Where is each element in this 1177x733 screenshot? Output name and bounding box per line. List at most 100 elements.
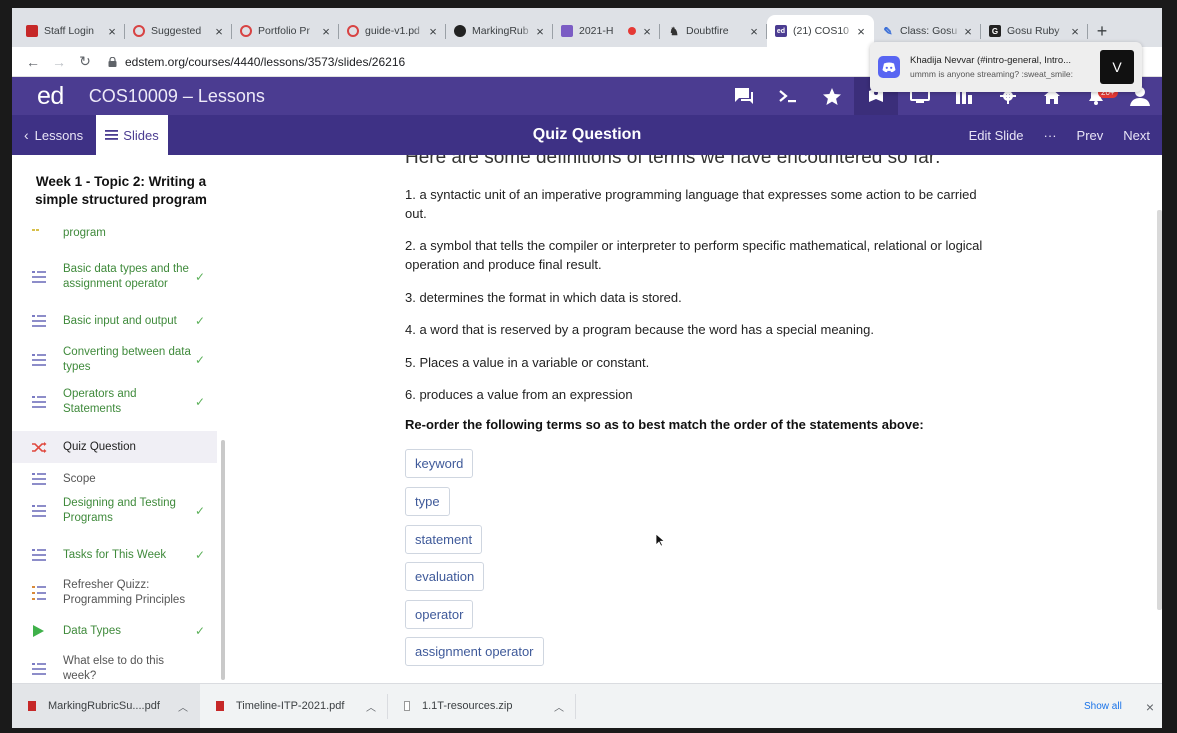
sidebar-item-tasks[interactable]: Tasks for This Week ✓ [12,547,217,563]
sidebar-item-designing-testing[interactable]: Designing and Testing Programs ✓ [12,495,217,527]
sidebar-item-label: Operators and Statements [63,388,137,415]
doubtfire-icon: ♞ [669,25,679,38]
close-icon[interactable]: × [961,24,975,39]
browser-tab-3[interactable]: guide-v1.pd × [339,15,446,47]
sidebar-item-data-types[interactable]: Data Types ✓ [12,623,217,639]
ed-icon: ed [775,25,787,37]
browser-tab-0[interactable]: Staff Login × [18,15,125,47]
star-icon[interactable] [810,77,854,115]
back-arrow-icon[interactable]: ← [20,54,46,70]
sidebar-item-program[interactable]: program [12,225,217,241]
sidebar-item-basic-data-types[interactable]: Basic data types and the assignment oper… [12,253,217,301]
close-icon[interactable]: × [1068,24,1082,39]
download-item-2[interactable]: 1.1T-resources.zip ︿ [388,684,576,729]
close-icon[interactable]: × [319,24,333,39]
download-item-1[interactable]: Timeline-ITP-2021.pdf ︿ [200,684,388,729]
list-icon [32,473,48,485]
lessons-link-label: Lessons [34,127,84,143]
browser-tab-7[interactable]: ed (21) COS10 × [767,15,874,47]
edit-slide-button[interactable]: Edit Slide [969,128,1024,143]
lessons-back-link[interactable]: ‹ Lessons [12,115,96,155]
chevron-left-icon: ‹ [24,127,29,143]
term-chip-keyword[interactable]: keyword [405,449,474,478]
list-icon [32,354,48,366]
quiz-icon [32,586,48,600]
sidebar-scrollbar[interactable] [221,440,225,680]
doc-icon [561,25,573,37]
url-field[interactable]: edstem.org/courses/4440/lessons/3573/sli… [108,55,405,69]
play-icon [32,625,48,637]
notification-action-button[interactable]: V [1100,50,1134,84]
tab-title: Suggested [151,25,202,37]
download-filename: 1.1T-resources.zip [422,700,513,712]
tab-title: 2021-H [579,25,614,37]
lesson-title: Week 1 - Topic 2: Writing a simple struc… [35,174,207,207]
forward-arrow-icon[interactable]: → [46,54,72,70]
notification-title: Khadija Nevvar (#intro-general, Intro... [910,55,1072,66]
chevron-up-icon[interactable]: ︿ [366,699,376,714]
close-download-bar-icon[interactable]: × [1146,699,1154,715]
tab-title: guide-v1.pd [365,25,420,37]
swirl-icon [240,25,252,37]
chevron-up-icon[interactable]: ︿ [554,699,564,714]
close-icon[interactable]: × [640,24,654,39]
statement-3: 3. determines the format in which data i… [405,290,682,305]
sidebar-item-converting-types[interactable]: Converting between data types ✓ [12,344,217,376]
sidebar-item-scope[interactable]: Scope [12,471,217,487]
sidebar-item-basic-io[interactable]: Basic input and output ✓ [12,313,217,329]
tab-title: Portfolio Pr [258,25,310,37]
close-icon[interactable]: × [105,24,119,39]
close-icon[interactable]: × [533,24,547,39]
tab-title: MarkingRub [472,25,529,37]
url-text: edstem.org/courses/4440/lessons/3573/sli… [125,54,406,69]
slides-button[interactable]: Slides [96,115,168,155]
browser-tab-5[interactable]: 2021-H × [553,15,660,47]
discord-notification[interactable]: Khadija Nevvar (#intro-general, Intro...… [870,42,1142,92]
prev-button[interactable]: Prev [1077,128,1104,143]
term-chip-type[interactable]: type [405,487,450,516]
sidebar-item-label: Tasks for This Week [63,548,167,561]
sidebar-item-label: Data Types [63,624,121,637]
browser-tab-6[interactable]: ♞ Doubtfire × [660,15,767,47]
show-all-downloads-link[interactable]: Show all [1084,701,1122,712]
lesson-toolbar: ‹ Lessons Slides Quiz Question Edit Slide… [12,115,1162,155]
list-icon [32,271,48,283]
download-item-0[interactable]: MarkingRubricSu....pdf ︿ [12,683,200,728]
content-scrollbar[interactable] [1157,210,1162,610]
tab-title: (21) COS10 [793,25,850,37]
ed-logo[interactable]: ed [37,82,64,111]
sidebar-item-refresher-quiz[interactable]: Refresher Quizz: Programming Principles [12,577,217,609]
close-icon[interactable]: × [854,24,868,39]
pdf-file-icon [216,701,224,711]
statement-4: 4. a word that is reserved by a program … [405,322,874,337]
browser-tab-4[interactable]: MarkingRub × [446,15,553,47]
discussion-icon[interactable] [722,77,766,115]
g-icon: G [989,25,1001,37]
tab-title: Gosu Ruby [1007,25,1060,37]
lock-icon [108,56,117,67]
sidebar-item-what-else[interactable]: What else to do this week? [12,653,217,683]
term-chip-assignment-operator[interactable]: assignment operator [405,637,544,666]
sidebar-item-operators[interactable]: Operators and Statements ✓ [12,386,217,418]
close-icon[interactable]: × [212,24,226,39]
next-button[interactable]: Next [1123,128,1150,143]
sidebar-item-quiz-question[interactable]: Quiz Question [12,431,217,463]
browser-tab-1[interactable]: Suggested × [125,15,232,47]
term-chip-operator[interactable]: operator [405,600,474,629]
tab-title: Staff Login [44,25,95,37]
close-icon[interactable]: × [426,24,440,39]
content-heading: Here are some definitions of terms we ha… [405,155,941,168]
check-icon: ✓ [194,353,206,367]
reload-icon[interactable]: ↻ [72,53,98,70]
terminal-icon[interactable] [766,77,810,115]
chevron-up-icon[interactable]: ︿ [178,699,188,714]
close-icon[interactable]: × [747,24,761,39]
term-chip-evaluation[interactable]: evaluation [405,562,485,591]
swirl-icon [347,25,359,37]
slide-content: Here are some definitions of terms we ha… [230,155,1162,683]
more-options-button[interactable]: ··· [1044,128,1057,143]
reorder-instruction: Re-order the following terms so as to be… [405,417,924,432]
tab-title: Doubtfire [686,25,729,37]
term-chip-statement[interactable]: statement [405,525,483,554]
browser-tab-2[interactable]: Portfolio Pr × [232,15,339,47]
